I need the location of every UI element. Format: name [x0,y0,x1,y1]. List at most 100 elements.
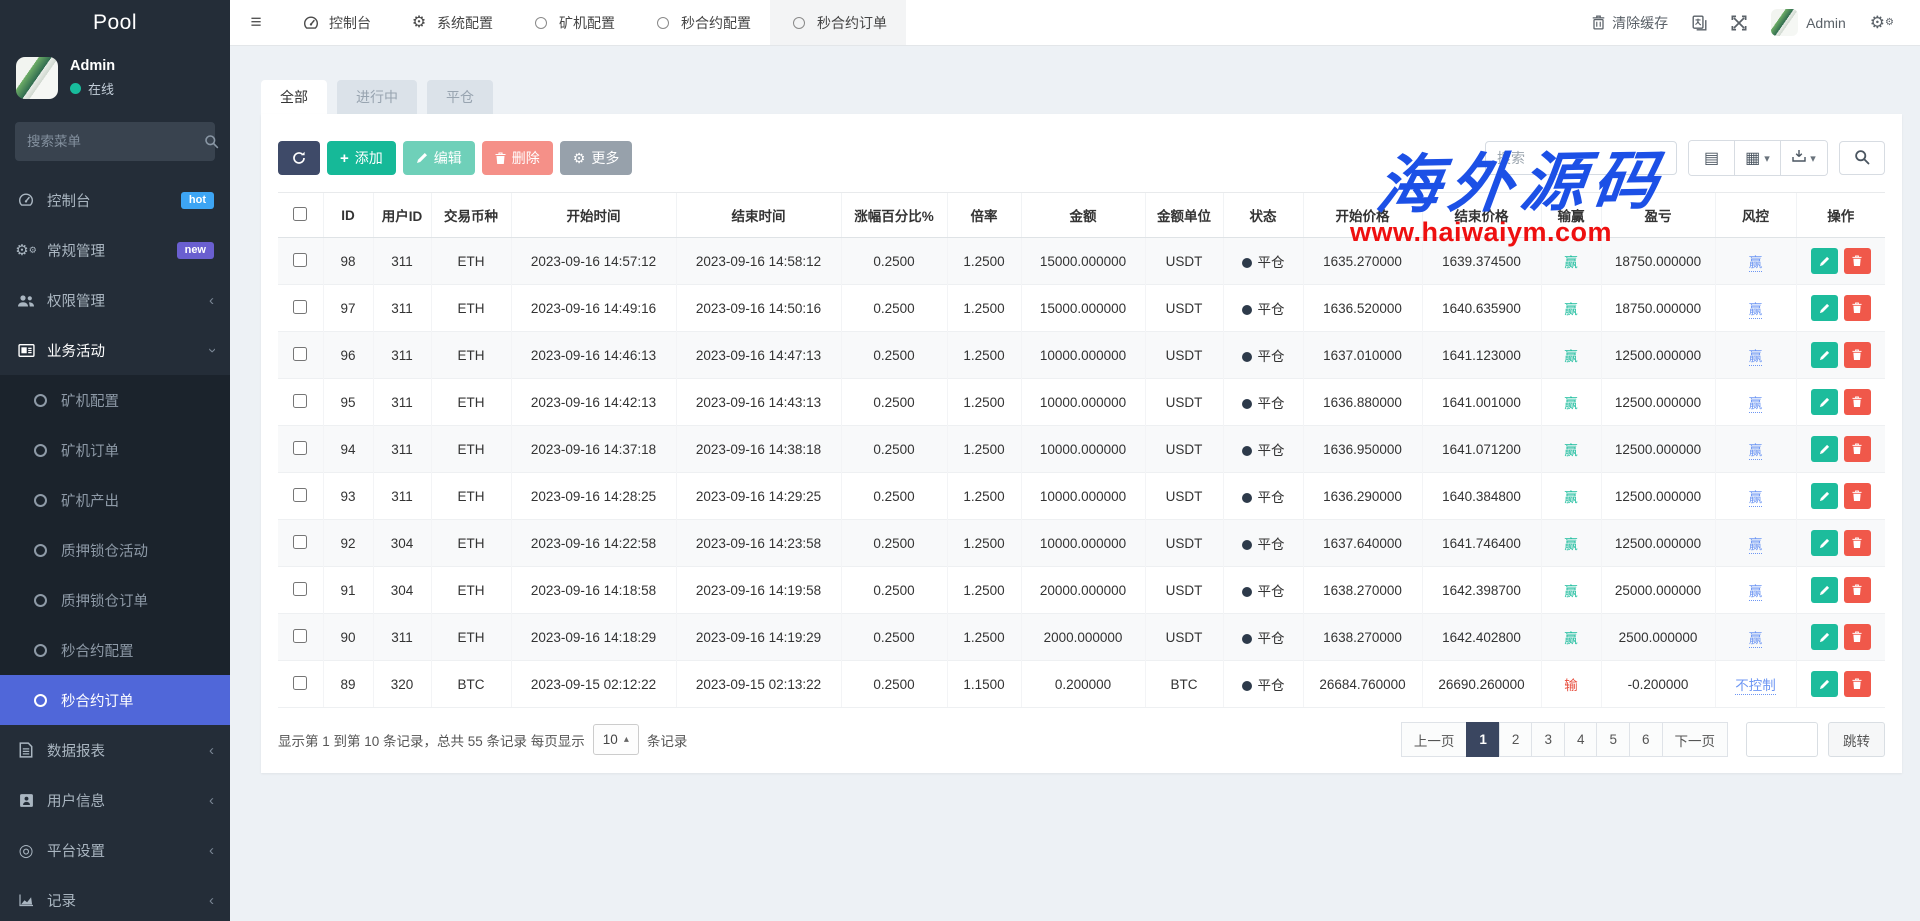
row-checkbox[interactable] [293,253,307,267]
columns-button[interactable]: ▦▾ [1735,141,1781,175]
risk-control-link[interactable]: 赢 [1749,584,1763,601]
export-button[interactable]: ▾ [1781,141,1827,175]
sidebar-item-数据报表[interactable]: 数据报表‹ [0,725,230,775]
table-search-input[interactable] [1485,141,1677,175]
row-edit-button[interactable] [1811,295,1838,321]
idcard-icon [16,793,36,808]
add-button[interactable]: + 添加 [327,141,396,175]
delete-button[interactable]: 删除 [482,141,553,175]
row-checkbox[interactable] [293,300,307,314]
sidebar-subitem-质押锁仓订单[interactable]: 质押锁仓订单 [0,575,230,625]
page-button-4[interactable]: 4 [1564,722,1598,757]
row-edit-button[interactable] [1811,483,1838,509]
filter-tab-in-progress[interactable]: 进行中 [337,80,417,114]
page-button-1[interactable]: 1 [1466,722,1500,757]
hamburger-menu-icon[interactable]: ≡ [230,12,282,34]
row-edit-button[interactable] [1811,248,1838,274]
sidebar-item-控制台[interactable]: 控制台hot [0,175,230,225]
top-tab-秒合约配置[interactable]: 秒合约配置 [634,0,770,45]
edit-button[interactable]: 编辑 [403,141,475,175]
risk-control-link[interactable]: 赢 [1749,349,1763,366]
row-delete-button[interactable] [1844,577,1871,603]
row-checkbox[interactable] [293,582,307,596]
sidebar-item-用户信息[interactable]: 用户信息‹ [0,775,230,825]
jump-button[interactable]: 跳转 [1828,722,1885,757]
sidebar-search-input[interactable] [27,134,204,149]
row-checkbox[interactable] [293,488,307,502]
page-button-6[interactable]: 6 [1629,722,1663,757]
detail-view-button[interactable]: ▤ [1689,141,1735,175]
risk-control-link[interactable]: 赢 [1749,302,1763,319]
row-edit-button[interactable] [1811,342,1838,368]
page-button-下一页[interactable]: 下一页 [1662,722,1729,757]
row-checkbox[interactable] [293,629,307,643]
top-tab-控制台[interactable]: 控制台 [282,0,390,45]
settings-gears-icon[interactable]: ⚙⚙ [1870,13,1894,33]
sidebar-subitem-秒合约配置[interactable]: 秒合约配置 [0,625,230,675]
page-size-select[interactable]: 10 ▴ [593,724,639,755]
cell-actions [1796,661,1885,708]
risk-control-link[interactable]: 赢 [1749,490,1763,507]
row-delete-button[interactable] [1844,530,1871,556]
sidebar-subitem-矿机配置[interactable]: 矿机配置 [0,375,230,425]
row-delete-button[interactable] [1844,389,1871,415]
top-tab-秒合约订单[interactable]: 秒合约订单 [770,0,906,45]
row-checkbox[interactable] [293,441,307,455]
top-tab-矿机配置[interactable]: 矿机配置 [512,0,634,45]
row-edit-button[interactable] [1811,577,1838,603]
row-delete-button[interactable] [1844,436,1871,462]
top-tab-系统配置[interactable]: ⚙系统配置 [390,0,512,45]
risk-control-link[interactable]: 赢 [1749,537,1763,554]
row-delete-button[interactable] [1844,671,1871,697]
filter-tab-all[interactable]: 全部 [261,80,327,114]
cell-amount: 15000.000000 [1021,285,1145,332]
row-delete-button[interactable] [1844,248,1871,274]
sidebar-item-记录[interactable]: 记录‹ [0,875,230,921]
row-edit-button[interactable] [1811,436,1838,462]
page-button-3[interactable]: 3 [1531,722,1565,757]
more-button[interactable]: ⚙ 更多 [560,141,633,175]
sidebar-subitem-矿机订单[interactable]: 矿机订单 [0,425,230,475]
i18n-icon[interactable] [1692,15,1707,31]
fullscreen-icon[interactable] [1731,15,1747,31]
row-edit-button[interactable] [1811,530,1838,556]
orders-table: ID用户ID交易币种开始时间结束时间涨幅百分比%倍率金额金额单位状态开始价格结束… [278,192,1885,708]
row-checkbox[interactable] [293,347,307,361]
topbar-user[interactable]: Admin [1771,9,1846,36]
sidebar-item-业务活动[interactable]: 业务活动‹ [0,325,230,375]
sidebar-subitem-矿机产出[interactable]: 矿机产出 [0,475,230,525]
search-icon[interactable] [204,134,219,149]
risk-control-link[interactable]: 赢 [1749,255,1763,272]
row-delete-button[interactable] [1844,624,1871,650]
sidebar-subitem-秒合约订单[interactable]: 秒合约订单 [0,675,230,725]
sidebar-item-平台设置[interactable]: ◎平台设置‹ [0,825,230,875]
caret-down-icon: ▾ [1764,152,1770,165]
row-delete-button[interactable] [1844,342,1871,368]
row-checkbox[interactable] [293,535,307,549]
row-edit-button[interactable] [1811,389,1838,415]
page-button-上一页[interactable]: 上一页 [1401,722,1468,757]
row-edit-button[interactable] [1811,624,1838,650]
page-button-2[interactable]: 2 [1499,722,1533,757]
row-checkbox[interactable] [293,676,307,690]
risk-control-link[interactable]: 赢 [1749,396,1763,413]
row-delete-button[interactable] [1844,295,1871,321]
risk-control-link[interactable]: 不控制 [1735,678,1776,695]
jump-page-input[interactable] [1746,722,1818,757]
cell-start_price: 1637.010000 [1303,332,1422,379]
filter-tab-closed[interactable]: 平仓 [427,80,493,114]
clear-cache-button[interactable]: 清除缓存 [1592,13,1668,33]
risk-control-link[interactable]: 赢 [1749,443,1763,460]
sidebar-subitem-质押锁仓活动[interactable]: 质押锁仓活动 [0,525,230,575]
select-all-checkbox[interactable] [293,207,307,221]
refresh-button[interactable] [278,141,320,175]
sidebar-item-权限管理[interactable]: 权限管理‹ [0,275,230,325]
gear-icon: ⚙ [573,150,586,167]
page-button-5[interactable]: 5 [1596,722,1630,757]
row-edit-button[interactable] [1811,671,1838,697]
search-submit-button[interactable] [1839,141,1885,175]
row-delete-button[interactable] [1844,483,1871,509]
risk-control-link[interactable]: 赢 [1749,631,1763,648]
row-checkbox[interactable] [293,394,307,408]
sidebar-item-常规管理[interactable]: ⚙⚙常规管理new [0,225,230,275]
